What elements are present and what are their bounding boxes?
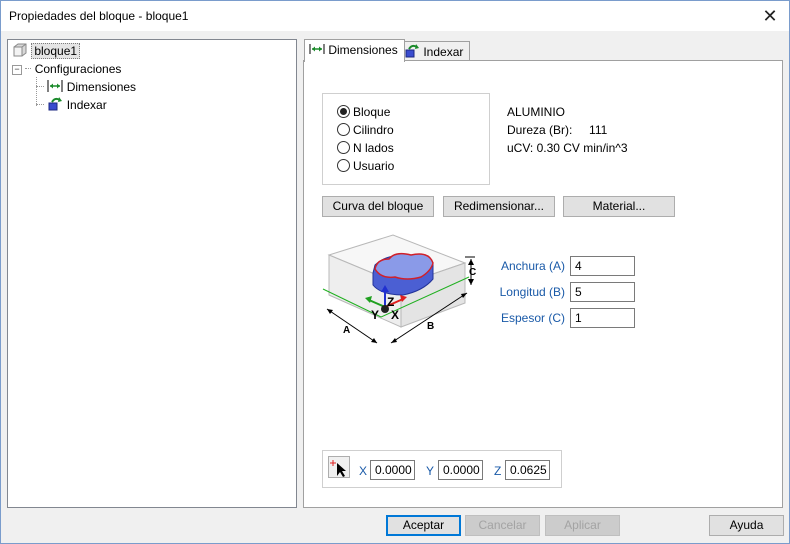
radio-label: Bloque [353,105,391,119]
resize-button[interactable]: Redimensionar... [443,196,555,217]
tree-root[interactable]: bloque1 [12,43,81,59]
accept-button[interactable]: Aceptar [386,515,461,536]
tab-label: Indexar [423,45,464,59]
cancel-button[interactable]: Cancelar [465,515,540,536]
material-name: ALUMINIO [507,105,566,119]
thickness-label: Espesor (C) [500,311,565,325]
length-input[interactable]: 5 [570,282,635,302]
close-icon[interactable]: ✕ [759,5,781,27]
hardness-value: 111 [589,123,608,137]
window-title: Propiedades del bloque - bloque1 [9,9,189,23]
tree-item-label: Dimensiones [66,80,137,94]
origin-x-label: X [359,464,368,478]
block-icon [13,43,27,57]
radio-user[interactable]: Usuario [337,158,394,174]
tree-line [25,68,32,69]
tree-item-dimensions[interactable]: Dimensiones [36,79,136,95]
title-bar[interactable]: Propiedades del bloque - bloque1 ✕ [1,1,789,31]
tree-line [36,104,44,105]
thickness-input[interactable]: 1 [570,308,635,328]
tree-config-label: Configuraciones [34,62,122,76]
dim-label-b: B [427,321,434,332]
dimensions-icon [47,80,63,92]
tree-configurations[interactable]: − Configuraciones [12,61,121,77]
shape-group: Bloque Cilindro N lados Usuario [322,93,490,185]
radio-button[interactable] [337,141,350,154]
width-label: Anchura (A) [500,259,565,273]
origin-x-input[interactable]: 0.0000 [370,460,415,480]
tree-root-label: bloque1 [31,43,81,59]
tab-dimensions[interactable]: Dimensiones [304,39,405,62]
hardness-label: Dureza (Br): [507,123,573,137]
material-hardness: Dureza (Br): 111 [507,123,607,137]
index-icon [48,97,63,111]
curve-button[interactable]: Curva del bloque [322,196,434,217]
help-button[interactable]: Ayuda [709,515,784,536]
radio-button[interactable] [337,159,350,172]
axis-label-x: X [391,308,399,322]
origin-z-input[interactable]: 0.0625 [505,460,550,480]
radio-n-sides[interactable]: N lados [337,140,394,156]
radio-cylinder[interactable]: Cilindro [337,122,394,138]
dimensions-icon [309,44,325,54]
length-label: Longitud (B) [499,285,565,299]
cursor-icon [330,460,346,477]
material-button[interactable]: Material... [563,196,675,217]
axis-label-z: Z [387,295,394,309]
origin-y-input[interactable]: 0.0000 [438,460,483,480]
dim-label-a: A [343,325,350,336]
origin-z-label: Z [494,464,502,478]
radio-label: Cilindro [353,123,394,137]
radio-button[interactable] [337,123,350,136]
radio-button[interactable] [337,105,350,118]
apply-button[interactable]: Aplicar [545,515,620,536]
axis-label-y: Y [371,308,379,322]
config-tree[interactable]: bloque1 − Configuraciones Dimensiones In… [7,39,297,508]
origin-y-label: Y [426,464,435,478]
radio-block[interactable]: Bloque [337,104,390,120]
tree-line [36,86,44,87]
pick-origin-button[interactable] [328,456,350,478]
radio-label: Usuario [353,159,395,173]
dim-label-c: C [469,267,476,278]
index-icon [405,44,419,58]
collapse-icon[interactable]: − [12,65,22,75]
tree-item-label: Indexar [66,98,107,112]
dialog-window: Propiedades del bloque - bloque1 ✕ bloqu… [0,0,790,544]
radio-label: N lados [353,141,394,155]
block-diagram: A B C Y X Z [322,234,476,344]
tree-item-index[interactable]: Indexar [36,97,107,113]
material-ucv: uCV: 0.30 CV min/in^3 [507,141,628,155]
tab-index[interactable]: Indexar [399,41,471,62]
tab-label: Dimensiones [328,43,398,57]
width-input[interactable]: 4 [570,256,635,276]
